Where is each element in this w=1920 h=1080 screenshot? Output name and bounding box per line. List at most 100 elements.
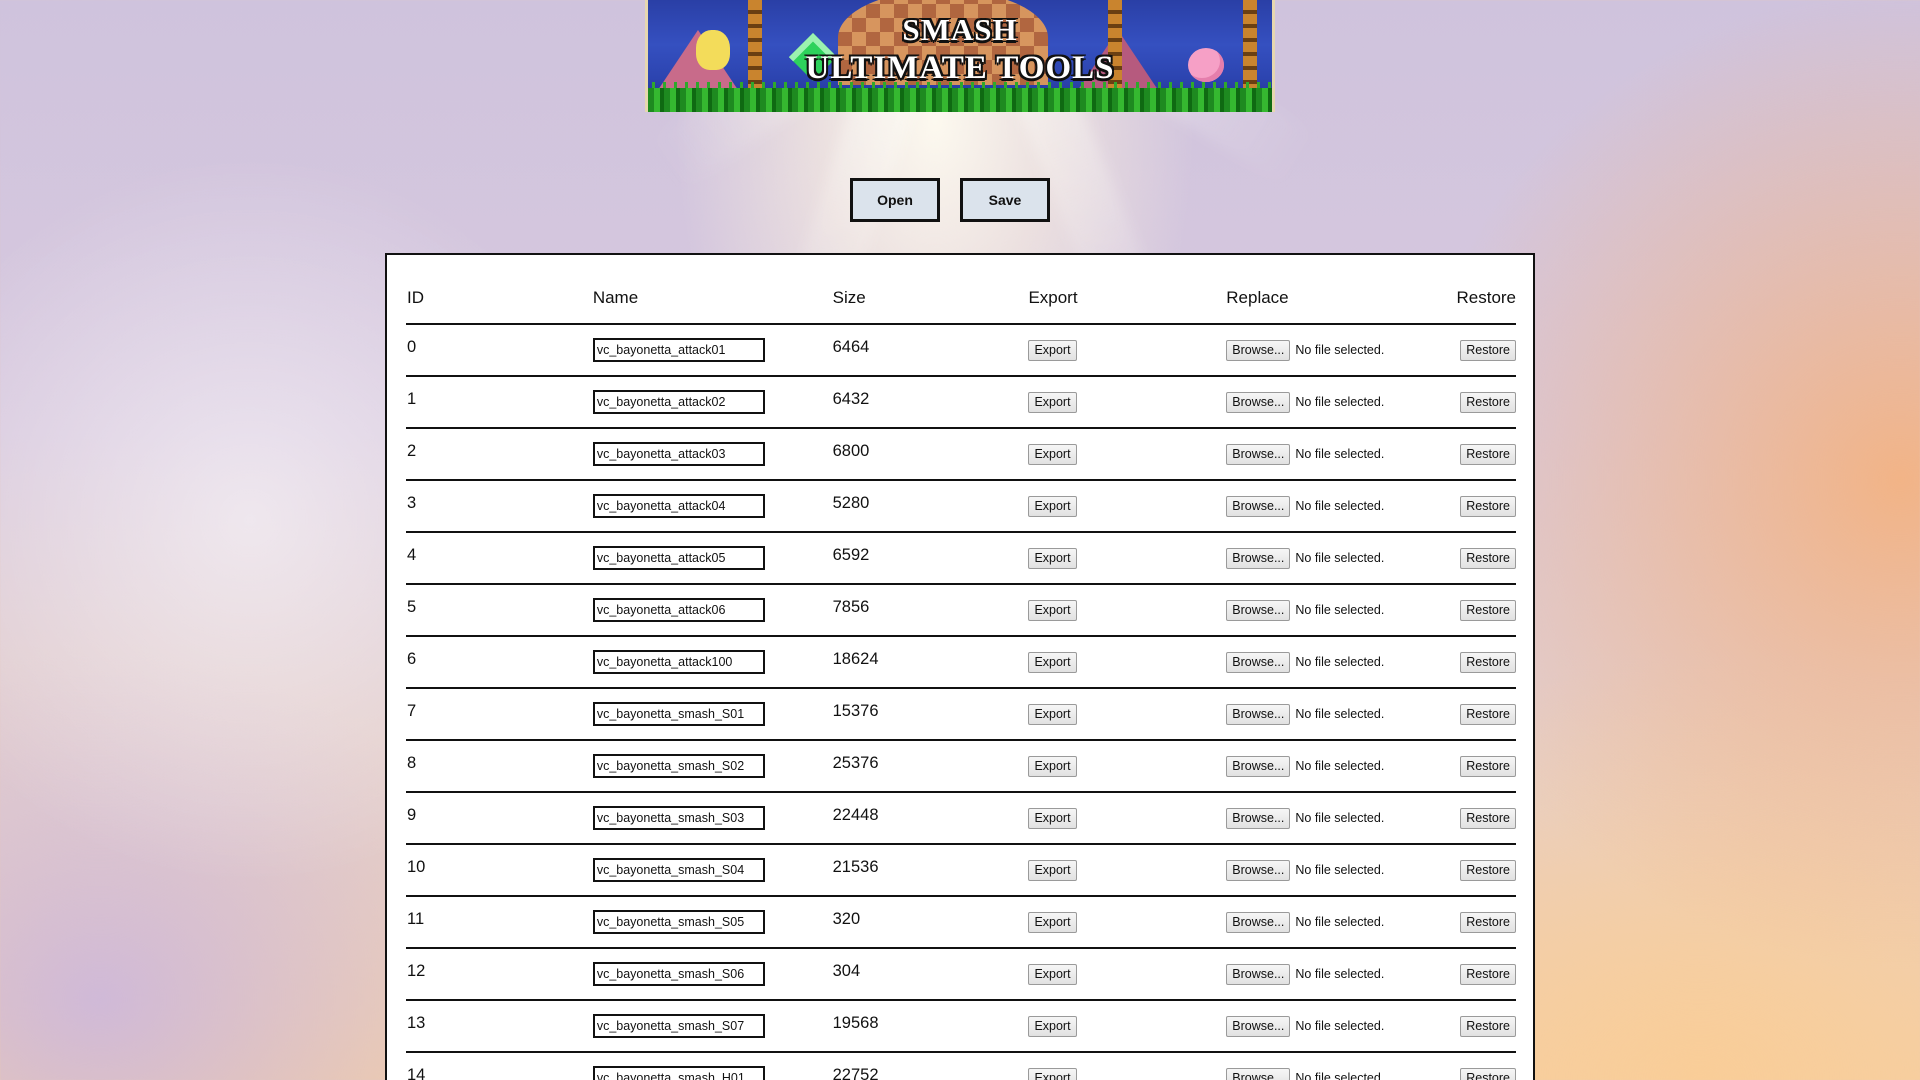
row-id: 0 <box>407 337 417 356</box>
export-button[interactable]: Export <box>1028 1067 1077 1080</box>
name-input[interactable] <box>592 1066 765 1080</box>
browse-button[interactable]: Browse... <box>1226 391 1291 413</box>
export-button[interactable]: Export <box>1028 599 1077 621</box>
export-button[interactable]: Export <box>1028 391 1077 413</box>
row-id: 6 <box>407 649 417 668</box>
table-row: 11 320 Export Browse... No file selected. Res… <box>406 897 1517 949</box>
row-id: 7 <box>407 701 417 720</box>
save-button[interactable]: Save <box>960 178 1050 222</box>
browse-button[interactable]: Browse... <box>1226 495 1291 517</box>
restore-button[interactable]: Restore <box>1460 651 1517 673</box>
restore-button[interactable]: Restore <box>1460 599 1517 621</box>
banner-title-line1: SMASH <box>902 12 1018 47</box>
row-restore-cell: Restore <box>1456 651 1517 673</box>
table-header: ID Name Size Export Replace Restore <box>406 255 1516 325</box>
row-export-cell: Export <box>1028 443 1226 465</box>
browse-button[interactable]: Browse... <box>1226 547 1291 569</box>
name-input[interactable] <box>592 338 765 362</box>
banner-grass <box>648 88 1272 112</box>
row-size: 320 <box>832 909 861 928</box>
name-input[interactable] <box>592 858 765 882</box>
row-size: 6432 <box>832 389 870 408</box>
restore-button[interactable]: Restore <box>1460 1015 1517 1037</box>
name-input[interactable] <box>592 962 765 986</box>
file-status-label: No file selected. <box>1295 343 1385 357</box>
file-status-label: No file selected. <box>1295 1071 1385 1080</box>
browse-button[interactable]: Browse... <box>1226 1015 1291 1037</box>
restore-button[interactable]: Restore <box>1460 495 1517 517</box>
table-row: 12 304 Export Browse... No file selected. Res… <box>406 949 1517 1001</box>
row-restore-cell: Restore <box>1456 755 1517 777</box>
row-replace-cell: Browse... No file selected. <box>1226 651 1456 673</box>
file-table-panel: ID Name Size Export Replace Restore 0646… <box>385 253 1535 1080</box>
restore-button[interactable]: Restore <box>1460 911 1517 933</box>
app-banner: SMASH ULTIMATE TOOLS <box>645 0 1275 112</box>
row-replace-cell: Browse... No file selected. <box>1226 807 1456 829</box>
name-input[interactable] <box>592 598 765 622</box>
row-name-cell <box>592 598 833 622</box>
browse-button[interactable]: Browse... <box>1226 755 1291 777</box>
restore-button[interactable]: Restore <box>1460 703 1517 725</box>
export-button[interactable]: Export <box>1028 443 1077 465</box>
row-export-cell: Export <box>1028 547 1226 569</box>
row-name-cell <box>592 546 833 570</box>
row-replace-cell: Browse... No file selected. <box>1226 547 1456 569</box>
file-status-label: No file selected. <box>1295 603 1385 617</box>
browse-button[interactable]: Browse... <box>1226 963 1291 985</box>
name-input[interactable] <box>592 390 765 414</box>
name-input[interactable] <box>592 910 765 934</box>
export-button[interactable]: Export <box>1028 963 1077 985</box>
restore-button[interactable]: Restore <box>1460 963 1517 985</box>
table-row: 7 15376 Export Browse... No file selected. Re… <box>406 689 1517 741</box>
restore-button[interactable]: Restore <box>1460 755 1517 777</box>
row-id: 13 <box>407 1013 426 1032</box>
export-button[interactable]: Export <box>1028 859 1077 881</box>
export-button[interactable]: Export <box>1028 1015 1077 1037</box>
export-button[interactable]: Export <box>1028 703 1077 725</box>
browse-button[interactable]: Browse... <box>1226 443 1291 465</box>
export-button[interactable]: Export <box>1028 911 1077 933</box>
export-button[interactable]: Export <box>1028 495 1077 517</box>
restore-button[interactable]: Restore <box>1460 547 1517 569</box>
name-input[interactable] <box>592 1014 765 1038</box>
row-replace-cell: Browse... No file selected. <box>1226 911 1456 933</box>
restore-button[interactable]: Restore <box>1460 339 1517 361</box>
browse-button[interactable]: Browse... <box>1226 651 1291 673</box>
export-button[interactable]: Export <box>1028 755 1077 777</box>
restore-button[interactable]: Restore <box>1460 807 1517 829</box>
row-id: 2 <box>407 441 417 460</box>
name-input[interactable] <box>592 442 765 466</box>
file-status-label: No file selected. <box>1295 655 1385 669</box>
export-button[interactable]: Export <box>1028 651 1077 673</box>
restore-button[interactable]: Restore <box>1460 1067 1517 1080</box>
browse-button[interactable]: Browse... <box>1226 703 1291 725</box>
browse-button[interactable]: Browse... <box>1226 599 1291 621</box>
browse-button[interactable]: Browse... <box>1226 807 1291 829</box>
row-export-cell: Export <box>1028 1067 1226 1080</box>
row-export-cell: Export <box>1028 339 1226 361</box>
export-button[interactable]: Export <box>1028 807 1077 829</box>
name-input[interactable] <box>592 754 765 778</box>
name-input[interactable] <box>592 546 765 570</box>
row-name-cell <box>592 806 833 830</box>
browse-button[interactable]: Browse... <box>1226 1067 1291 1080</box>
row-restore-cell: Restore <box>1456 391 1517 413</box>
export-button[interactable]: Export <box>1028 547 1077 569</box>
restore-button[interactable]: Restore <box>1460 391 1517 413</box>
browse-button[interactable]: Browse... <box>1226 339 1291 361</box>
name-input[interactable] <box>592 702 765 726</box>
browse-button[interactable]: Browse... <box>1226 911 1291 933</box>
header-size: Size <box>832 288 866 307</box>
row-id: 10 <box>407 857 426 876</box>
restore-button[interactable]: Restore <box>1460 859 1517 881</box>
name-input[interactable] <box>592 494 765 518</box>
open-button[interactable]: Open <box>850 178 940 222</box>
browse-button[interactable]: Browse... <box>1226 859 1291 881</box>
restore-button[interactable]: Restore <box>1460 443 1517 465</box>
export-button[interactable]: Export <box>1028 339 1077 361</box>
row-size: 5280 <box>832 493 870 512</box>
row-replace-cell: Browse... No file selected. <box>1226 599 1456 621</box>
name-input[interactable] <box>592 806 765 830</box>
row-size: 304 <box>832 961 861 980</box>
name-input[interactable] <box>592 650 765 674</box>
